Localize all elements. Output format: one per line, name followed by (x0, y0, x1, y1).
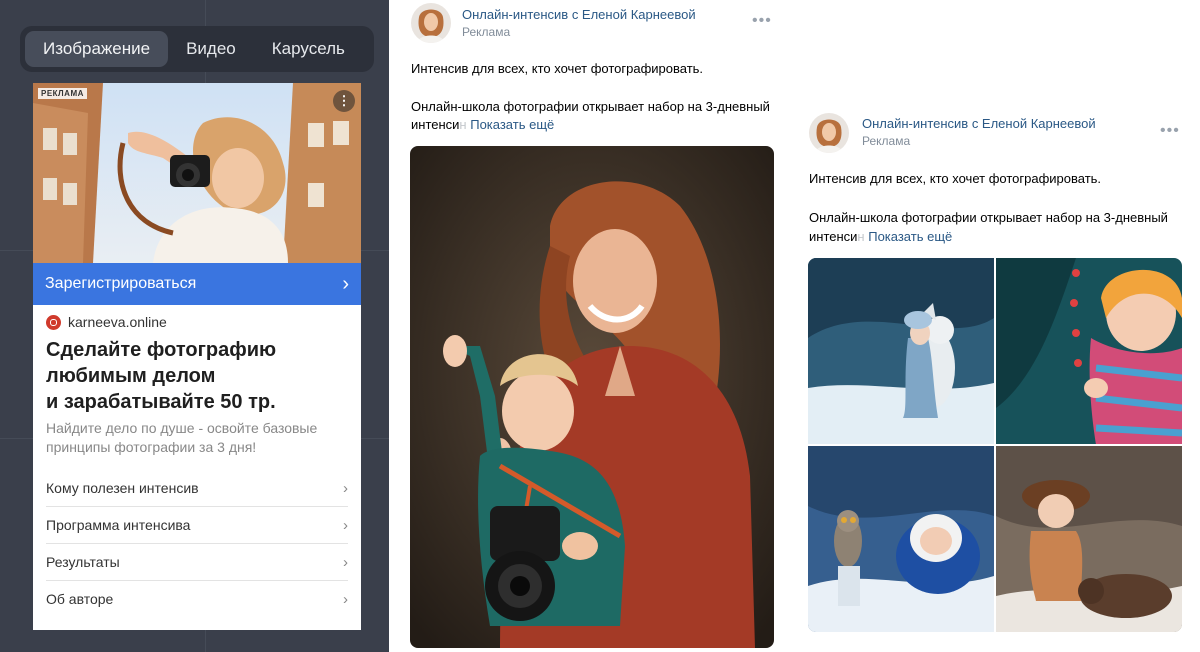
fade-marker: н (459, 117, 471, 132)
post-text-line: Онлайн-школа фотографии открывает набор … (411, 99, 770, 114)
chevron-right-icon: › (342, 273, 349, 295)
post-text-line: Интенсив для всех, кто хочет фотографиро… (809, 171, 1102, 186)
tab-video[interactable]: Видео (168, 31, 254, 67)
grid-photo[interactable] (808, 446, 994, 632)
fade-marker: н (857, 229, 869, 244)
sitelink-label: Программа интенсива (46, 517, 191, 533)
post-photo[interactable] (410, 146, 774, 648)
ad-headline[interactable]: Сделайте фотографию любимым делом и зара… (46, 337, 351, 415)
ad-card: РЕКЛАМА ⋮ Зарегистрироваться › karneeva.… (33, 83, 361, 630)
sitelink-label: Кому полезен интенсив (46, 480, 199, 496)
sitelink-label: Результаты (46, 554, 120, 570)
photo-grid (808, 258, 1182, 632)
description-line: принципы фотографии за 3 дня! (46, 439, 257, 455)
chevron-right-icon: › (343, 480, 348, 497)
camera-favicon-icon (46, 314, 61, 330)
ad-photo[interactable]: РЕКЛАМА ⋮ (33, 83, 361, 263)
post-author-link[interactable]: Онлайн-интенсив с Еленой Карнеевой (462, 7, 696, 22)
avatar[interactable] (809, 113, 849, 153)
post-text-line: Онлайн-школа фотографии открывает набор … (809, 210, 1168, 225)
domain-text: karneeva.online (68, 314, 167, 330)
show-more-link[interactable]: Показать ещё (868, 229, 952, 244)
sitelinks: Кому полезен интенсив › Программа интенс… (46, 470, 348, 618)
headline-line: любимым делом (46, 365, 216, 387)
ad-preview-panel: Изображение Видео Карусель РЕКЛАМА ⋮ Зар… (0, 0, 389, 652)
chevron-right-icon: › (343, 554, 348, 571)
headline-line: Сделайте фотографию (46, 339, 277, 361)
more-horizontal-icon[interactable]: ••• (1160, 122, 1180, 140)
post-author-link[interactable]: Онлайн-интенсив с Еленой Карнеевой (862, 116, 1096, 131)
sitelink-about-author[interactable]: Об авторе › (46, 581, 348, 618)
show-more-link[interactable]: Показать ещё (470, 117, 554, 132)
chevron-right-icon: › (343, 591, 348, 608)
avatar[interactable] (411, 3, 451, 43)
post-text-line: интенсин Показать ещё (411, 117, 554, 132)
chevron-right-icon: › (343, 517, 348, 534)
sitelink-program[interactable]: Программа интенсива › (46, 507, 348, 544)
more-vertical-icon[interactable]: ⋮ (333, 90, 355, 112)
post-text-line: Интенсив для всех, кто хочет фотографиро… (411, 61, 704, 76)
sitelink-label: Об авторе (46, 591, 114, 607)
sitelink-for-whom[interactable]: Кому полезен интенсив › (46, 470, 348, 507)
sitelink-results[interactable]: Результаты › (46, 544, 348, 581)
register-button[interactable]: Зарегистрироваться › (33, 263, 361, 305)
tab-image[interactable]: Изображение (25, 31, 169, 67)
sponsored-label: Реклама (462, 25, 511, 39)
grid-photo[interactable] (996, 258, 1182, 444)
description-line: Найдите дело по душе - освойте базовые (46, 420, 318, 436)
post-text-fragment: интенси (411, 117, 460, 132)
grid-photo[interactable] (808, 258, 994, 444)
ad-badge: РЕКЛАМА (38, 88, 87, 99)
domain-row[interactable]: karneeva.online (46, 313, 167, 331)
register-button-label: Зарегистрироваться (45, 275, 197, 292)
tab-carousel[interactable]: Карусель (254, 31, 363, 67)
format-tabs: Изображение Видео Карусель (20, 26, 374, 72)
post-text-fragment: интенси (809, 229, 858, 244)
more-horizontal-icon[interactable]: ••• (752, 12, 772, 30)
post-text-line: интенсин Показать ещё (809, 229, 952, 244)
headline-line: и зарабатывайте 50 тр. (46, 391, 276, 413)
ad-description: Найдите дело по душе - освойте базовые п… (46, 419, 346, 457)
grid-photo[interactable] (996, 446, 1182, 632)
sponsored-label: Реклама (862, 134, 911, 148)
